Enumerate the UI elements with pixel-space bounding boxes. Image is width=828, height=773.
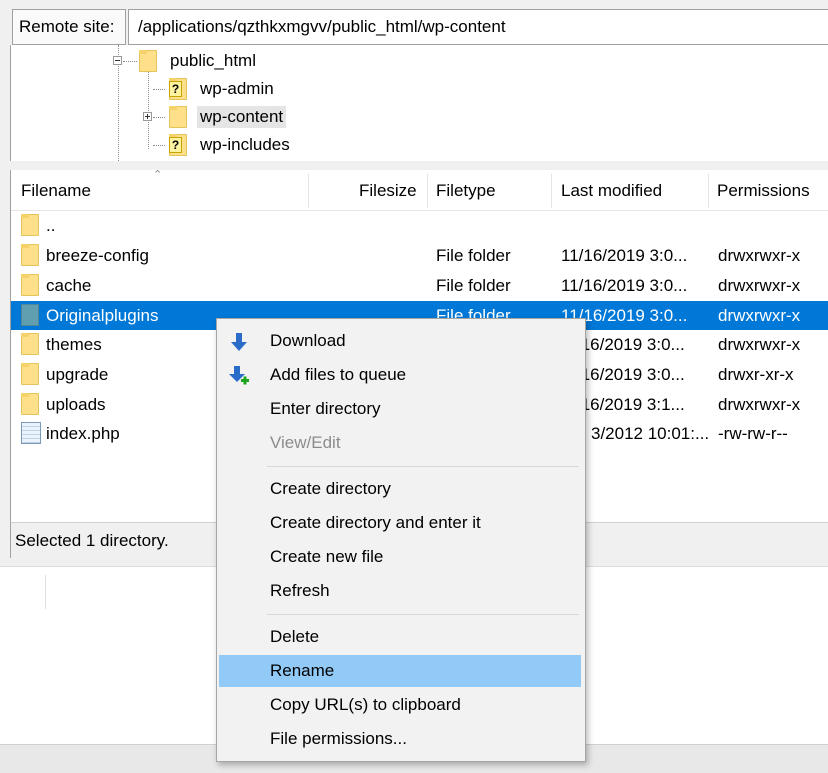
expand-icon[interactable] <box>143 112 152 121</box>
permissions-cell: drwxrwxr-x <box>718 395 801 414</box>
remote-path-field[interactable]: /applications/qzthkxmgvv/public_html/wp-… <box>128 9 828 45</box>
filetype-cell: File folder <box>436 246 511 265</box>
tree-node-label: public_html <box>170 51 256 70</box>
modified-cell: /16/2019 3:0... <box>576 365 685 384</box>
permissions-cell: drwxrwxr-x <box>718 335 801 354</box>
filename-cell: uploads <box>46 395 106 414</box>
menu-item-create-directory-enter[interactable]: Create directory and enter it <box>219 507 581 539</box>
add-queue-icon <box>229 366 249 385</box>
filename-cell: cache <box>46 276 92 295</box>
menu-item-create-new-file[interactable]: Create new file <box>219 541 581 573</box>
status-text: Selected 1 directory. <box>15 531 169 550</box>
modified-cell: /16/2019 3:1... <box>576 395 685 414</box>
permissions-cell: drwxrwxr-x <box>718 276 801 295</box>
folder-icon <box>169 106 187 128</box>
menu-item-rename[interactable]: Rename <box>219 655 581 687</box>
permissions-cell: drwxrwxr-x <box>718 246 801 265</box>
file-list-header: ⌃ Filename Filesize Filetype Last modifi… <box>11 170 828 211</box>
folder-icon <box>21 274 39 296</box>
modified-cell: 3/2012 10:01:... <box>591 424 710 443</box>
tree-node-wp-includes[interactable]: ? wp-includes <box>167 131 367 159</box>
filename-cell: upgrade <box>46 365 109 384</box>
folder-icon <box>21 244 39 266</box>
menu-item-download[interactable]: Download <box>219 325 581 357</box>
menu-separator <box>267 466 579 467</box>
table-row[interactable]: cache File folder 11/16/2019 3:0... drwx… <box>11 271 828 300</box>
menu-item-copy-url[interactable]: Copy URL(s) to clipboard <box>219 689 581 721</box>
tree-node-wp-admin[interactable]: ? wp-admin <box>167 75 367 103</box>
folder-icon <box>21 214 39 236</box>
remote-site-label: Remote site: <box>12 9 126 45</box>
menu-item-view-edit: View/Edit <box>270 433 341 452</box>
tree-node-wp-content[interactable]: wp-content <box>167 103 367 131</box>
filetype-cell: File folder <box>436 276 511 295</box>
tree-node-label: wp-includes <box>200 135 290 154</box>
column-header-filetype[interactable]: Filetype <box>436 170 496 210</box>
folder-question-icon: ? <box>169 134 187 156</box>
permissions-cell: -rw-rw-r-- <box>718 424 788 443</box>
modified-cell: /16/2019 3:0... <box>576 335 685 354</box>
filename-cell: themes <box>46 335 102 354</box>
column-header-permissions[interactable]: Permissions <box>717 170 810 210</box>
filename-cell: breeze-config <box>46 246 150 265</box>
filename-cell: .. <box>46 216 56 235</box>
table-row[interactable]: .. <box>11 211 828 240</box>
permissions-cell: drwxrwxr-x <box>718 306 801 325</box>
folder-icon <box>21 393 39 415</box>
modified-cell: 11/16/2019 3:0... <box>561 276 688 295</box>
sort-ascending-icon: ⌃ <box>153 170 163 181</box>
tree-node-label: wp-admin <box>200 79 274 98</box>
menu-item-refresh[interactable]: Refresh <box>219 575 581 607</box>
remote-site-bar: Remote site: /applications/qzthkxmgvv/pu… <box>0 0 828 48</box>
context-menu: Download Add files to queue Enter direct… <box>216 318 586 762</box>
download-icon <box>231 333 247 351</box>
column-header-last-modified[interactable]: Last modified <box>561 170 662 210</box>
menu-separator <box>267 614 579 615</box>
collapse-icon[interactable] <box>113 56 122 65</box>
tree-node-label: wp-content <box>197 106 287 128</box>
remote-directory-tree[interactable]: public_html ? wp-admin wp-content ? wp-i… <box>10 45 828 161</box>
filename-cell: index.php <box>46 424 120 443</box>
folder-icon <box>139 50 157 72</box>
column-header-filesize[interactable]: Filesize <box>359 170 417 210</box>
menu-item-add-to-queue[interactable]: Add files to queue <box>219 359 581 391</box>
table-row[interactable]: breeze-config File folder 11/16/2019 3:0… <box>11 241 828 270</box>
menu-item-delete[interactable]: Delete <box>219 621 581 653</box>
menu-item-create-directory[interactable]: Create directory <box>219 473 581 505</box>
folder-icon <box>21 304 39 326</box>
filename-cell: Originalplugins <box>46 306 159 325</box>
folder-question-icon: ? <box>169 78 187 100</box>
folder-icon <box>21 363 39 385</box>
folder-icon <box>21 333 39 355</box>
file-icon <box>21 422 41 444</box>
tree-node-public-html[interactable]: public_html <box>137 47 337 75</box>
menu-item-enter-directory[interactable]: Enter directory <box>219 393 581 425</box>
modified-cell: 11/16/2019 3:0... <box>561 246 688 265</box>
permissions-cell: drwxr-xr-x <box>718 365 794 384</box>
menu-item-file-permissions[interactable]: File permissions... <box>219 723 581 755</box>
column-header-filename[interactable]: Filename <box>21 170 91 210</box>
